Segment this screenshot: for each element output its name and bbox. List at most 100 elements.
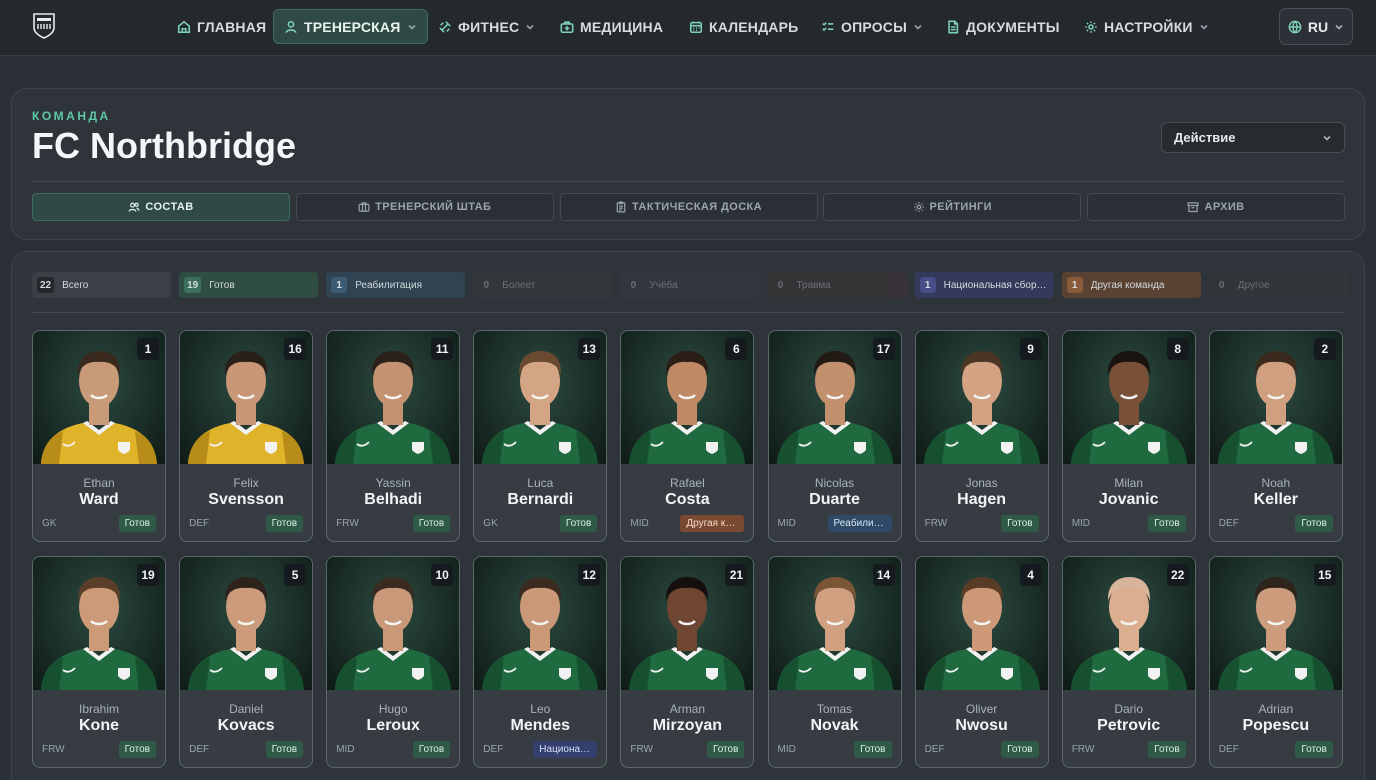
status-badge-label: Готов [860, 743, 886, 755]
player-card[interactable]: 15 Adrian Popescu DEF Готов [1208, 555, 1343, 768]
player-card[interactable]: 19 Ibrahim Kone FRW Готов [32, 555, 166, 768]
player-position: GK [483, 518, 498, 529]
status-badge-label: Готов [1301, 518, 1327, 529]
player-photo: 12 [474, 556, 607, 690]
status-badge-label: Готов [124, 743, 150, 755]
status-badge-label: Готов [1154, 743, 1180, 755]
nav-item-label: КАЛЕНДАРЬ [709, 18, 799, 35]
player-last-name: Kone [79, 716, 119, 734]
gear-icon [913, 202, 924, 212]
status-filter-chip[interactable]: 1 Национальная сборная [914, 272, 1054, 298]
player-card[interactable]: 12 Leo Mendes DEF Национальная сборная [473, 555, 608, 768]
nav-item-label: ГЛАВНАЯ [197, 18, 267, 35]
status-badge-label: Реабилитация [833, 518, 886, 529]
user-icon [285, 20, 297, 33]
tab-2[interactable]: ТРЕНЕРСКИЙ ШТАБ [295, 193, 554, 221]
tab-5[interactable]: АРХИВ [1087, 193, 1345, 221]
player-first-name: Noah [1261, 476, 1291, 490]
player-position: MID [336, 743, 355, 755]
nav-item-8[interactable]: НАСТРОЙКИ [1073, 9, 1220, 44]
nav-item-label: ОПРОСЫ [841, 18, 908, 35]
team-header-panel: КОМАНДА FC Northbridge Действие СОСТАВ ТР… [11, 88, 1365, 240]
status-badge: Готов [1295, 740, 1333, 758]
player-position: MID [1071, 518, 1091, 529]
club-logo-icon[interactable] [32, 12, 56, 40]
nav-item-6[interactable]: ОПРОСЫ [810, 9, 934, 44]
player-card[interactable]: 2 Noah Keller DEF Готов [1208, 330, 1343, 542]
status-filter-chip[interactable]: 0 Травма [767, 272, 907, 298]
player-first-name: Arman [669, 701, 706, 716]
filter-count: 0 [772, 277, 789, 293]
jersey-number-badge: 5 [284, 563, 307, 586]
player-card[interactable]: 10 Hugo Leroux MID Готов [326, 555, 461, 768]
player-card[interactable]: 6 Rafael Costa MID Другая команда [620, 330, 755, 542]
nav-item-1[interactable]: ГЛАВНАЯ [166, 9, 277, 44]
status-filter-chip[interactable]: 19 Готов [179, 272, 319, 298]
nav-item-4[interactable]: МЕДИЦИНА [549, 9, 674, 44]
filter-label: Другое [1237, 279, 1270, 291]
jersey-number-badge: 19 [137, 563, 159, 586]
filter-count: 1 [331, 277, 348, 293]
player-last-name: Bernardi [507, 491, 574, 508]
page-title: FC Northbridge [32, 125, 296, 166]
status-filter-chip[interactable]: 0 Болеет [473, 272, 613, 298]
status-filter-chip[interactable]: 0 Учёба [620, 272, 760, 298]
divider [32, 312, 1345, 313]
player-card[interactable]: 9 Jonas Hagen FRW Готов [914, 330, 1049, 542]
nav-item-2[interactable]: ТРЕНЕРСКАЯ [273, 9, 428, 44]
player-card[interactable]: 13 Luca Bernardi GK Готов [473, 330, 608, 542]
player-photo: 10 [327, 556, 460, 690]
status-filter-chip[interactable]: 22 Всего [32, 272, 171, 298]
status-badge: Готов [1148, 740, 1186, 758]
gear-icon [1085, 20, 1097, 33]
status-badge: Готов [1001, 740, 1039, 758]
chevron-down-icon [526, 24, 534, 30]
nav-item-3[interactable]: ФИТНЕС [427, 9, 546, 44]
tab-4[interactable]: РЕЙТИНГИ [823, 193, 1082, 221]
player-first-name: Milan [1114, 476, 1144, 490]
player-photo: 22 [1062, 556, 1195, 690]
status-filter-chip[interactable]: 1 Реабилитация [326, 272, 466, 298]
player-card[interactable]: 4 Oliver Nwosu DEF Готов [914, 555, 1049, 768]
player-first-name: Leo [530, 701, 551, 716]
status-badge: Готов [1001, 515, 1039, 532]
player-card[interactable]: 14 Tomas Novak MID Готов [767, 555, 902, 768]
player-last-name: Petrovic [1097, 716, 1161, 734]
player-position: MID [777, 518, 796, 529]
tab-3[interactable]: ТАКТИЧЕСКАЯ ДОСКА [559, 193, 818, 221]
player-last-name: Mirzoyan [652, 716, 723, 734]
language-label: RU [1307, 18, 1329, 35]
player-card[interactable]: 5 Daniel Kovacs DEF Готов [179, 555, 314, 768]
status-filter-chip[interactable]: 1 Другая команда [1061, 272, 1201, 298]
status-badge-label: Готов [418, 518, 445, 529]
action-dropdown[interactable]: Действие [1161, 122, 1345, 153]
player-card[interactable]: 1 Ethan Ward GK Готов [32, 330, 166, 542]
player-card[interactable]: 16 Felix Svensson DEF Готов [179, 330, 314, 542]
player-first-name: Yassin [375, 476, 411, 490]
player-card[interactable]: 22 Dario Petrovic FRW Готов [1061, 555, 1196, 768]
player-card[interactable]: 8 Milan Jovanic MID Готов [1061, 330, 1196, 542]
jersey-number-badge: 13 [578, 338, 601, 360]
player-photo: 21 [621, 556, 754, 690]
nav-item-7[interactable]: ДОКУМЕНТЫ [935, 9, 1071, 44]
player-card[interactable]: 11 Yassin Belhadi FRW Готов [326, 330, 461, 542]
nav-item-label: НАСТРОЙКИ [1104, 18, 1193, 35]
player-first-name: Adrian [1258, 701, 1294, 716]
status-badge: Готов [1148, 515, 1186, 532]
player-card[interactable]: 17 Nicolas Duarte MID Реабилитация [767, 330, 902, 542]
player-photo: 13 [474, 331, 607, 464]
jersey-number-badge: 16 [284, 338, 307, 360]
nav-item-5[interactable]: КАЛЕНДАРЬ [678, 9, 809, 44]
tab-label: ТАКТИЧЕСКАЯ ДОСКА [631, 201, 762, 213]
nav-item-label: ФИТНЕС [458, 18, 520, 35]
player-last-name: Leroux [366, 716, 420, 734]
tab-1[interactable]: СОСТАВ [32, 193, 290, 221]
filter-count: 0 [625, 277, 642, 293]
status-badge: Реабилитация [827, 515, 892, 532]
status-filter-chip[interactable]: 0 Другое [1208, 272, 1348, 298]
tab-label: РЕЙТИНГИ [929, 201, 992, 213]
player-first-name: Daniel [229, 701, 264, 716]
language-selector[interactable]: RU [1279, 8, 1353, 45]
player-card[interactable]: 21 Arman Mirzoyan FRW Готов [620, 555, 755, 768]
jersey-number-badge: 14 [872, 563, 895, 586]
